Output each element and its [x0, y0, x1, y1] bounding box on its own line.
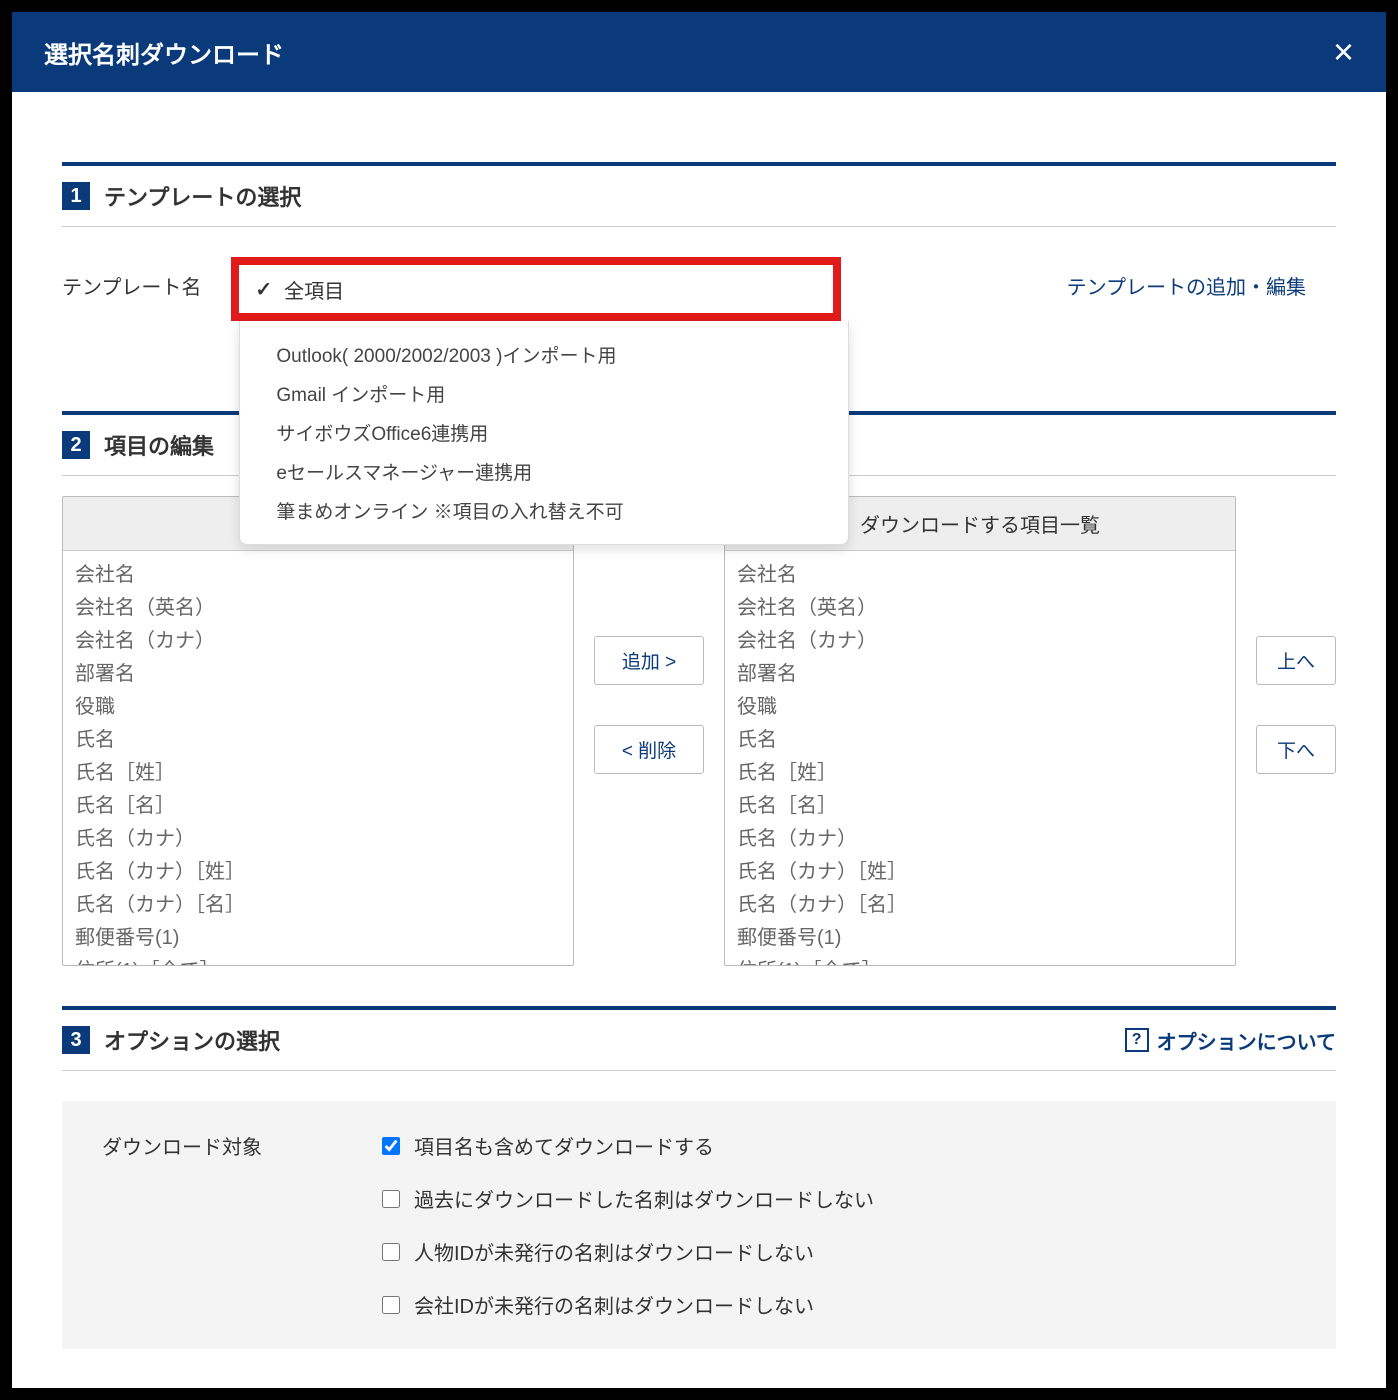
- step-3-badge: 3: [62, 1026, 90, 1054]
- edit-columns: 全項目一覧 会社名会社名（英名）会社名（カナ）部署名役職氏名氏名［姓］氏名［名］…: [62, 476, 1336, 966]
- section-3-header: 3 オプションの選択 ? オプションについて: [62, 1006, 1336, 1071]
- dropdown-option[interactable]: eセールスマネージャー連携用: [240, 452, 848, 491]
- modal-content: 1 テンプレートの選択 テンプレート名 ✓ 全項目 Outlook( 2000/…: [12, 92, 1386, 1379]
- section-1-title: テンプレートの選択: [104, 180, 301, 212]
- dropdown-option[interactable]: Gmail インポート用: [240, 374, 848, 413]
- list-item[interactable]: 会社名: [737, 559, 1223, 592]
- dropdown-selected-text: 全項目: [284, 275, 344, 304]
- all-items-body[interactable]: 会社名会社名（英名）会社名（カナ）部署名役職氏名氏名［姓］氏名［名］氏名（カナ）…: [63, 551, 573, 965]
- dropdown-list: Outlook( 2000/2002/2003 )インポート用 Gmail イン…: [239, 321, 849, 545]
- list-item[interactable]: 住所(1)［全て］: [737, 955, 1223, 965]
- up-button[interactable]: 上へ: [1256, 636, 1336, 685]
- add-button[interactable]: 追加 >: [594, 636, 704, 685]
- checkbox-label: 項目名も含めてダウンロードする: [414, 1131, 714, 1160]
- list-item[interactable]: 氏名（カナ）: [737, 823, 1223, 856]
- list-item[interactable]: 氏名（カナ）［名］: [75, 889, 561, 922]
- checkbox-row[interactable]: 会社IDが未発行の名刺はダウンロードしない: [382, 1290, 874, 1319]
- list-item[interactable]: 郵便番号(1): [737, 922, 1223, 955]
- checkbox-label: 会社IDが未発行の名刺はダウンロードしない: [414, 1290, 814, 1319]
- section-2-title: 項目の編集: [104, 429, 214, 461]
- checkbox-list: 項目名も含めてダウンロードする過去にダウンロードした名刺はダウンロードしない人物…: [382, 1131, 874, 1319]
- list-item[interactable]: 氏名（カナ）［姓］: [75, 856, 561, 889]
- checkbox-input[interactable]: [382, 1137, 400, 1155]
- checkbox-row[interactable]: 項目名も含めてダウンロードする: [382, 1131, 874, 1160]
- modal-title: 選択名刺ダウンロード: [44, 35, 284, 70]
- list-item[interactable]: 氏名: [737, 724, 1223, 757]
- list-item[interactable]: 役職: [737, 691, 1223, 724]
- list-item[interactable]: 郵便番号(1): [75, 922, 561, 955]
- list-item[interactable]: 氏名（カナ）［姓］: [737, 856, 1223, 889]
- dropdown-option[interactable]: 筆まめオンライン ※項目の入れ替え不可: [240, 491, 848, 530]
- options-body: ダウンロード対象 項目名も含めてダウンロードする過去にダウンロードした名刺はダウ…: [62, 1101, 1336, 1349]
- down-button[interactable]: 下へ: [1256, 725, 1336, 774]
- section-template: 1 テンプレートの選択 テンプレート名 ✓ 全項目 Outlook( 2000/…: [62, 162, 1336, 371]
- dropdown-selected[interactable]: ✓ 全項目: [231, 257, 841, 321]
- template-label: テンプレート名: [62, 257, 201, 300]
- section-3-title: オプションの選択: [104, 1024, 280, 1056]
- modal-header: 選択名刺ダウンロード ×: [12, 12, 1386, 92]
- checkbox-input[interactable]: [382, 1243, 400, 1261]
- list-item[interactable]: 氏名［名］: [75, 790, 561, 823]
- template-row: テンプレート名 ✓ 全項目 Outlook( 2000/2002/2003 )イ…: [62, 227, 1336, 371]
- list-item[interactable]: 氏名: [75, 724, 561, 757]
- download-items-body[interactable]: 会社名会社名（英名）会社名（カナ）部署名役職氏名氏名［姓］氏名［名］氏名（カナ）…: [725, 551, 1235, 965]
- check-icon: ✓: [255, 277, 272, 302]
- all-items-listbox[interactable]: 全項目一覧 会社名会社名（英名）会社名（カナ）部署名役職氏名氏名［姓］氏名［名］…: [62, 496, 574, 966]
- checkbox-label: 人物IDが未発行の名刺はダウンロードしない: [414, 1237, 814, 1266]
- options-help-link[interactable]: ? オプションについて: [1125, 1026, 1336, 1055]
- list-item[interactable]: 会社名（英名）: [75, 592, 561, 625]
- list-item[interactable]: 氏名［名］: [737, 790, 1223, 823]
- list-item[interactable]: 住所(1)［全て］: [75, 955, 561, 965]
- checkbox-input[interactable]: [382, 1296, 400, 1314]
- list-item[interactable]: 役職: [75, 691, 561, 724]
- checkbox-row[interactable]: 人物IDが未発行の名刺はダウンロードしない: [382, 1237, 874, 1266]
- list-item[interactable]: 会社名（カナ）: [75, 625, 561, 658]
- list-item[interactable]: 氏名［姓］: [737, 757, 1223, 790]
- list-item[interactable]: 氏名（カナ）: [75, 823, 561, 856]
- step-1-badge: 1: [62, 182, 90, 210]
- list-item[interactable]: 氏名［姓］: [75, 757, 561, 790]
- step-2-badge: 2: [62, 431, 90, 459]
- download-items-listbox[interactable]: ダウンロードする項目一覧 会社名会社名（英名）会社名（カナ）部署名役職氏名氏名［…: [724, 496, 1236, 966]
- dropdown-option[interactable]: Outlook( 2000/2002/2003 )インポート用: [240, 335, 848, 374]
- section-options: 3 オプションの選択 ? オプションについて ダウンロード対象 項目名も含めてダ…: [62, 1006, 1336, 1349]
- list-item[interactable]: 会社名: [75, 559, 561, 592]
- help-text: オプションについて: [1157, 1026, 1336, 1055]
- list-item[interactable]: 氏名（カナ）［名］: [737, 889, 1223, 922]
- list-item[interactable]: 会社名（カナ）: [737, 625, 1223, 658]
- dropdown-option[interactable]: サイボウズOffice6連携用: [240, 413, 848, 452]
- help-icon: ?: [1125, 1028, 1149, 1052]
- template-edit-link[interactable]: テンプレートの追加・編集: [1067, 257, 1306, 300]
- close-icon[interactable]: ×: [1333, 34, 1354, 70]
- list-item[interactable]: 会社名（英名）: [737, 592, 1223, 625]
- checkbox-label: 過去にダウンロードした名刺はダウンロードしない: [414, 1184, 874, 1213]
- template-dropdown[interactable]: ✓ 全項目 Outlook( 2000/2002/2003 )インポート用 Gm…: [231, 257, 841, 321]
- reorder-buttons: 上へ 下へ: [1256, 496, 1336, 774]
- checkbox-input[interactable]: [382, 1190, 400, 1208]
- download-target-label: ダウンロード対象: [102, 1131, 302, 1160]
- section-1-header: 1 テンプレートの選択: [62, 162, 1336, 227]
- checkbox-row[interactable]: 過去にダウンロードした名刺はダウンロードしない: [382, 1184, 874, 1213]
- list-item[interactable]: 部署名: [737, 658, 1223, 691]
- list-item[interactable]: 部署名: [75, 658, 561, 691]
- remove-button[interactable]: < 削除: [594, 725, 704, 774]
- download-modal: 選択名刺ダウンロード × 1 テンプレートの選択 テンプレート名 ✓ 全項目: [0, 0, 1398, 1400]
